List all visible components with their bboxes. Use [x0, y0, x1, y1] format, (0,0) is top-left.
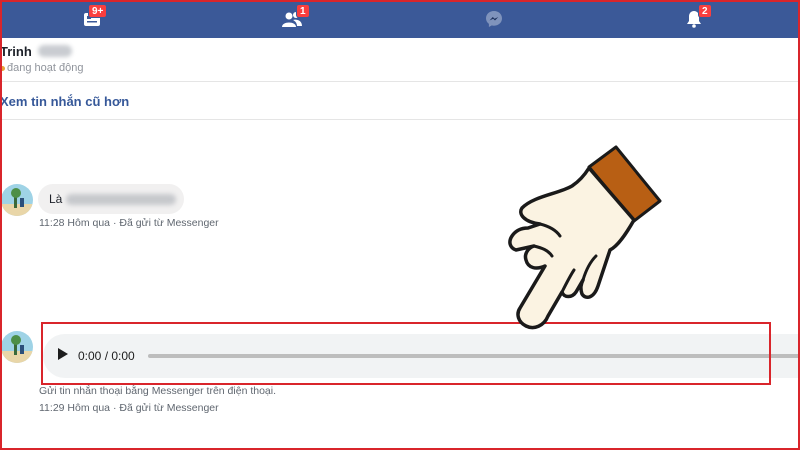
meta-separator: ·	[110, 217, 120, 229]
message-time: 11:29 Hôm qua	[39, 402, 111, 414]
message-meta: 11:29 Hôm qua · Đã gửi từ Messenger	[39, 402, 219, 414]
home-feed-button[interactable]: 9+	[72, 0, 112, 38]
pointing-hand-icon	[490, 138, 680, 338]
notifications-button[interactable]: 2	[674, 0, 714, 38]
message-redaction-blur	[66, 194, 176, 205]
home-feed-badge: 9+	[88, 4, 108, 18]
voice-message-caption: Gửi tin nhắn thoại bằng Messenger trên đ…	[39, 385, 277, 397]
message-time: 11:28 Hôm qua	[39, 217, 111, 229]
messenger-icon	[485, 10, 503, 28]
message-text: Là	[49, 192, 63, 206]
message-sent-via: Đã gửi từ Messenger	[119, 402, 219, 414]
message-meta: 11:28 Hôm qua · Đã gửi từ Messenger	[39, 217, 219, 229]
avatar[interactable]	[1, 184, 33, 216]
avatar[interactable]	[1, 331, 33, 363]
contact-status: đang hoạt động	[7, 62, 84, 74]
meta-separator: ·	[110, 402, 120, 414]
friend-requests-button[interactable]: 1	[272, 0, 312, 38]
conversation-header: Trinh đang hoạt động	[0, 38, 800, 82]
friend-requests-badge: 1	[296, 4, 310, 18]
top-navbar: 9+ 1 2	[0, 0, 800, 38]
active-status-dot	[0, 66, 5, 71]
see-older-messages-link[interactable]: Xem tin nhắn cũ hơn	[0, 94, 129, 109]
contact-name[interactable]: Trinh	[0, 44, 32, 59]
messenger-button[interactable]	[474, 0, 514, 38]
notifications-badge: 2	[698, 4, 712, 18]
name-redaction-blur	[38, 45, 72, 57]
message-sent-via: Đã gửi từ Messenger	[119, 217, 219, 229]
message-bubble[interactable]: Là	[38, 184, 184, 214]
divider	[0, 119, 800, 120]
